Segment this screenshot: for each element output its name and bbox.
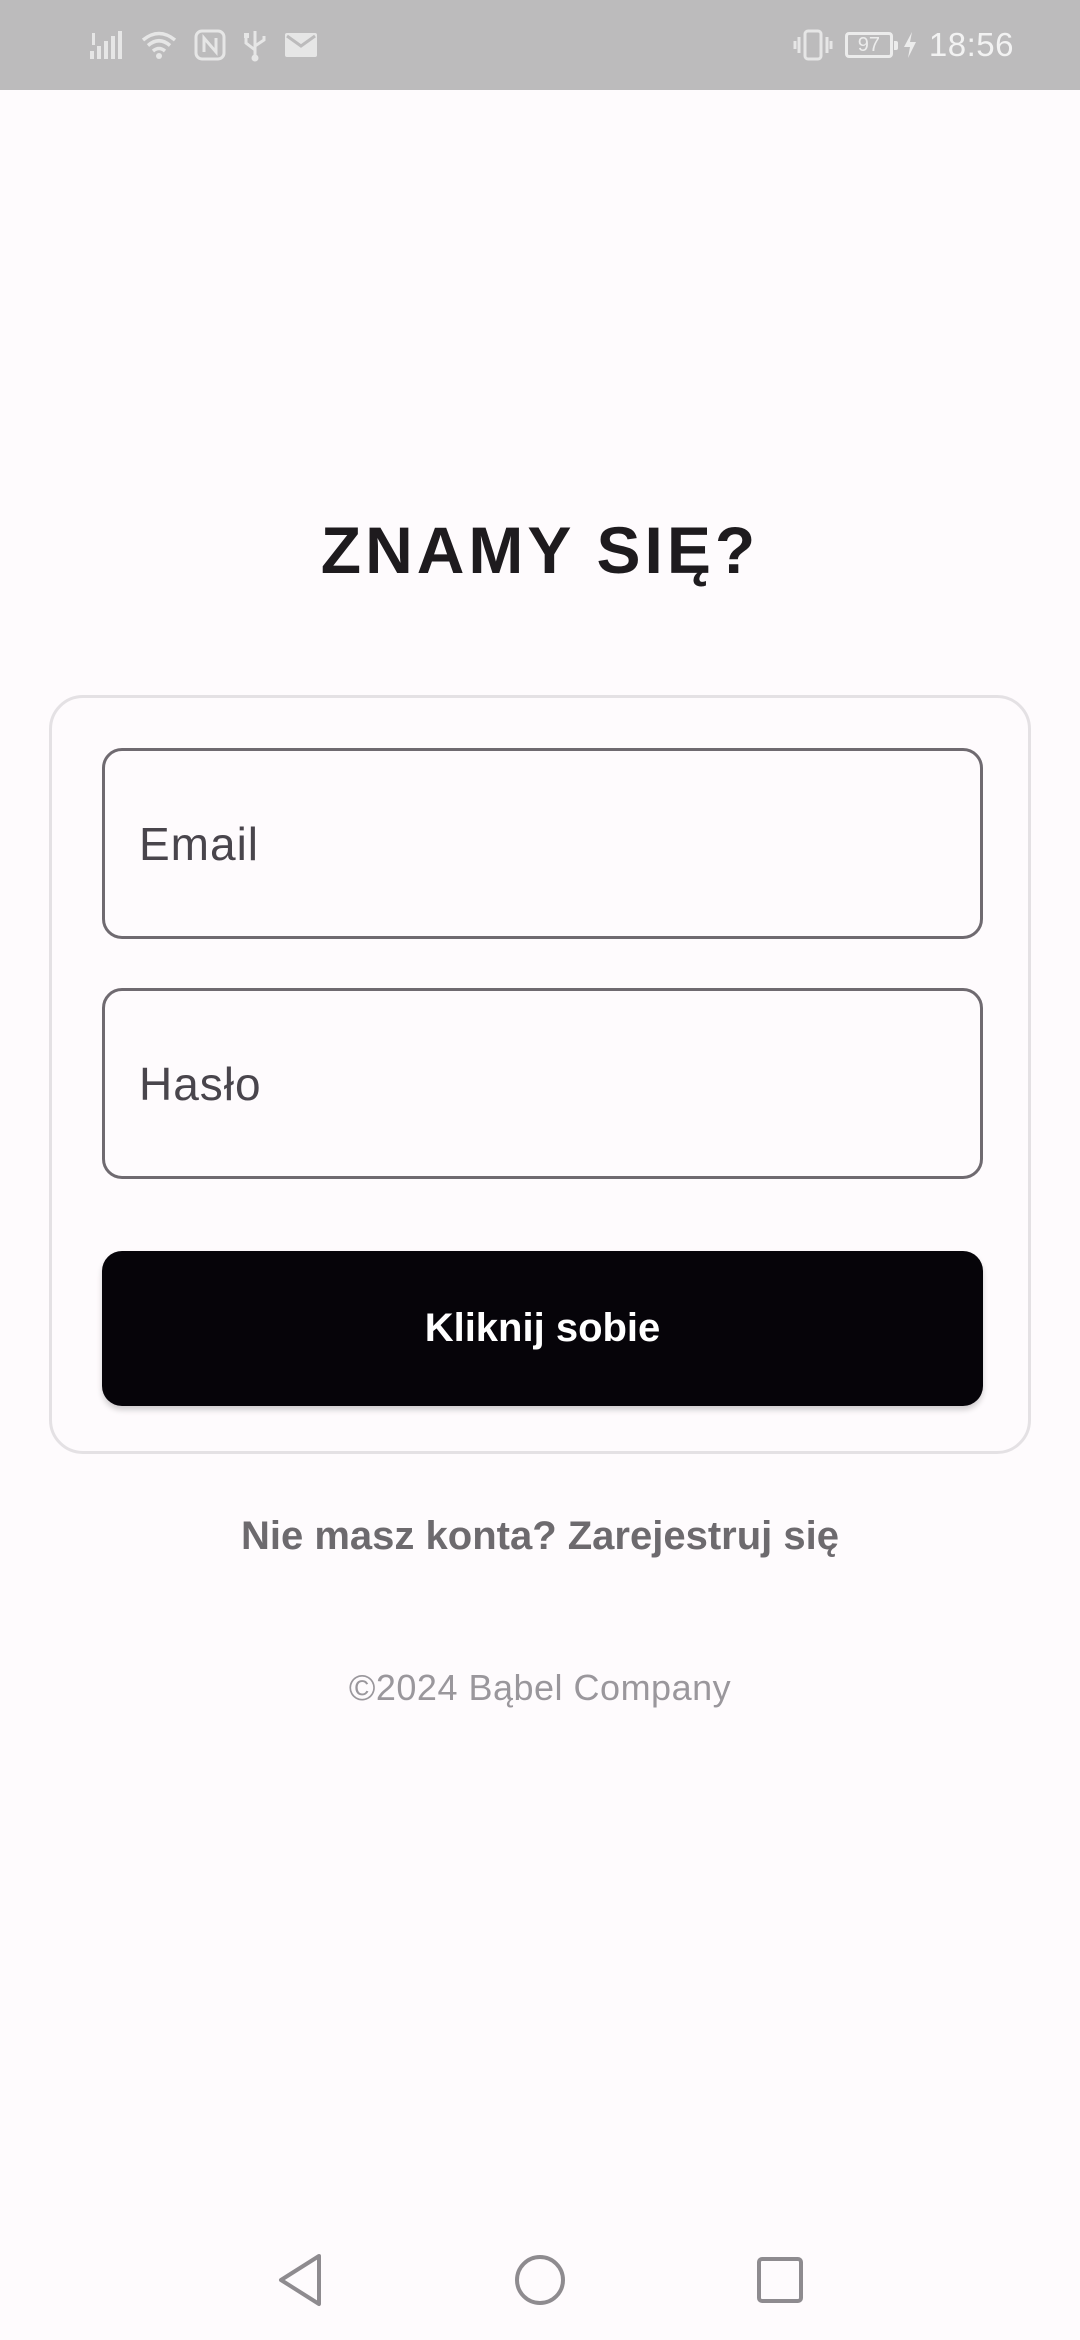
recents-icon — [757, 2257, 803, 2303]
battery-level: 97 — [857, 34, 881, 56]
wifi-icon — [141, 31, 177, 59]
email-placeholder: Email — [139, 817, 260, 870]
vibrate-icon — [793, 29, 833, 61]
home-icon — [515, 2255, 565, 2305]
password-placeholder: Hasło — [139, 1057, 262, 1110]
back-icon — [279, 2254, 321, 2306]
nav-home-button[interactable] — [492, 2232, 588, 2328]
status-bar-right: 97 18:56 — [793, 0, 1014, 90]
copyright-text: ©2024 Bąbel Company — [348, 1667, 732, 1708]
register-link[interactable]: Nie masz konta? Zarejestruj się — [0, 1508, 1080, 1564]
battery-icon: 97 — [844, 32, 898, 58]
nfc-icon — [194, 29, 226, 61]
password-field[interactable]: Hasło — [102, 988, 983, 1179]
signal-icon — [90, 31, 122, 59]
status-bar-left — [88, 0, 318, 90]
login-button[interactable]: Kliknij sobie — [102, 1251, 983, 1406]
charging-icon — [903, 32, 916, 58]
email-field[interactable]: Email — [102, 748, 983, 939]
login-card: Email Hasło Kliknij sobie — [49, 695, 1031, 1454]
page-title: ZNAMY SIĘ? — [320, 513, 760, 587]
mail-icon — [285, 33, 317, 57]
status-time: 18:56 — [928, 26, 1014, 63]
status-bar: 97 18:56 — [0, 0, 1080, 90]
navigation-bar — [0, 2220, 1080, 2340]
nav-recents-button[interactable] — [732, 2232, 828, 2328]
nav-back-button[interactable] — [252, 2232, 348, 2328]
usb-icon — [244, 31, 266, 62]
